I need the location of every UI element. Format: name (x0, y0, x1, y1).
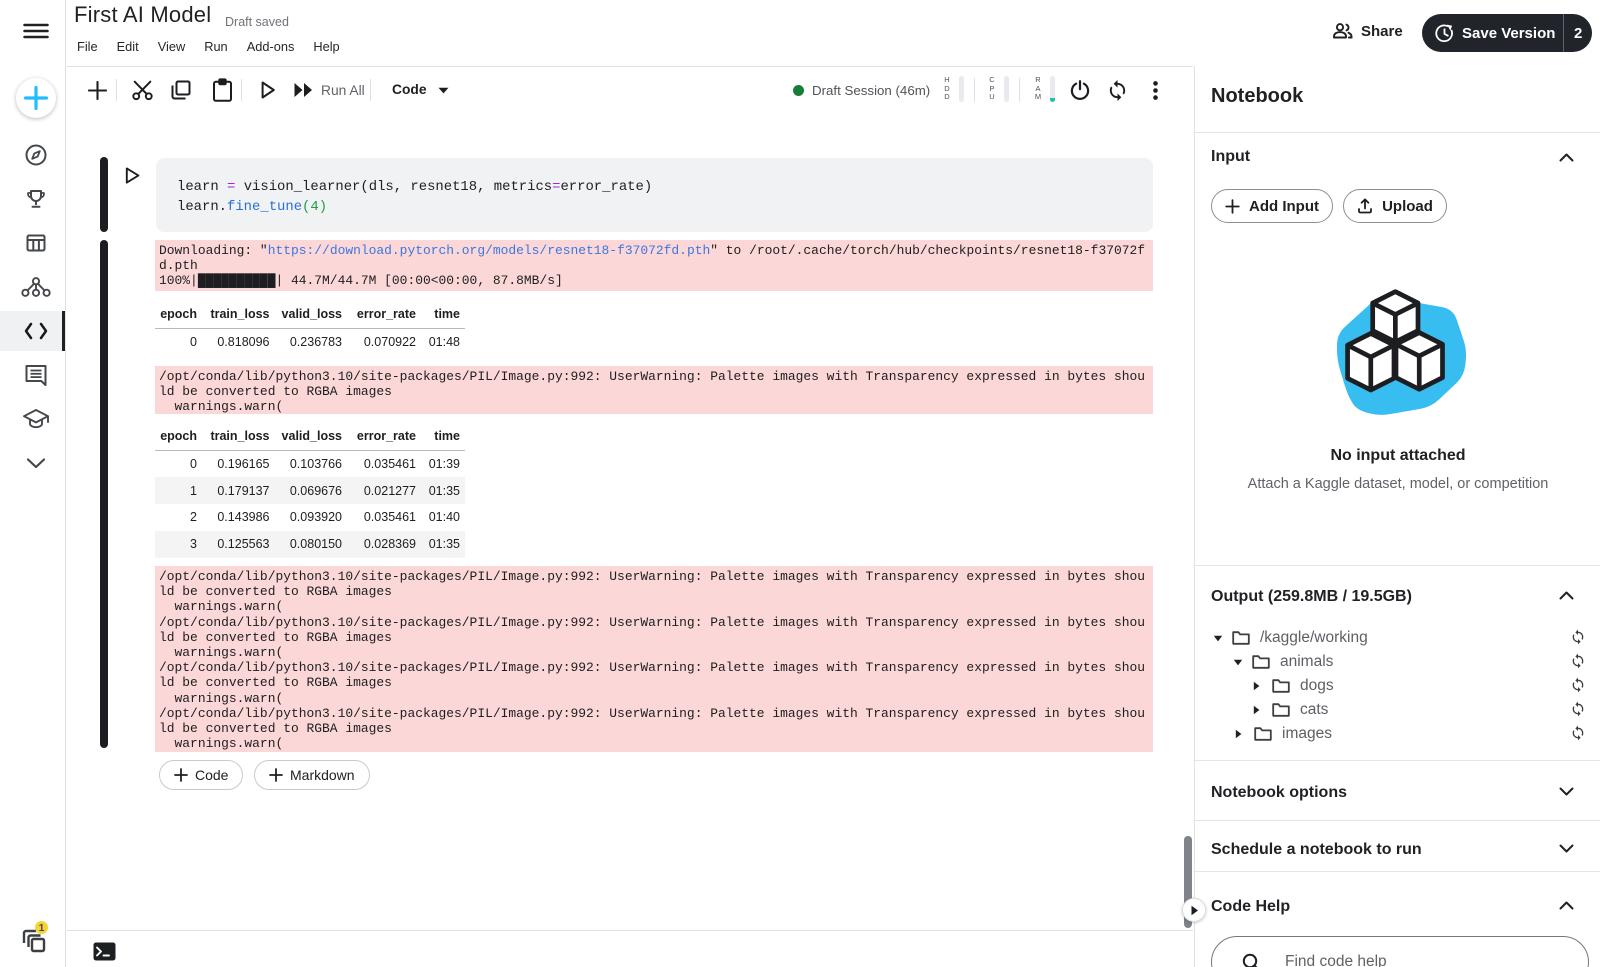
svg-text:1: 1 (39, 923, 45, 934)
